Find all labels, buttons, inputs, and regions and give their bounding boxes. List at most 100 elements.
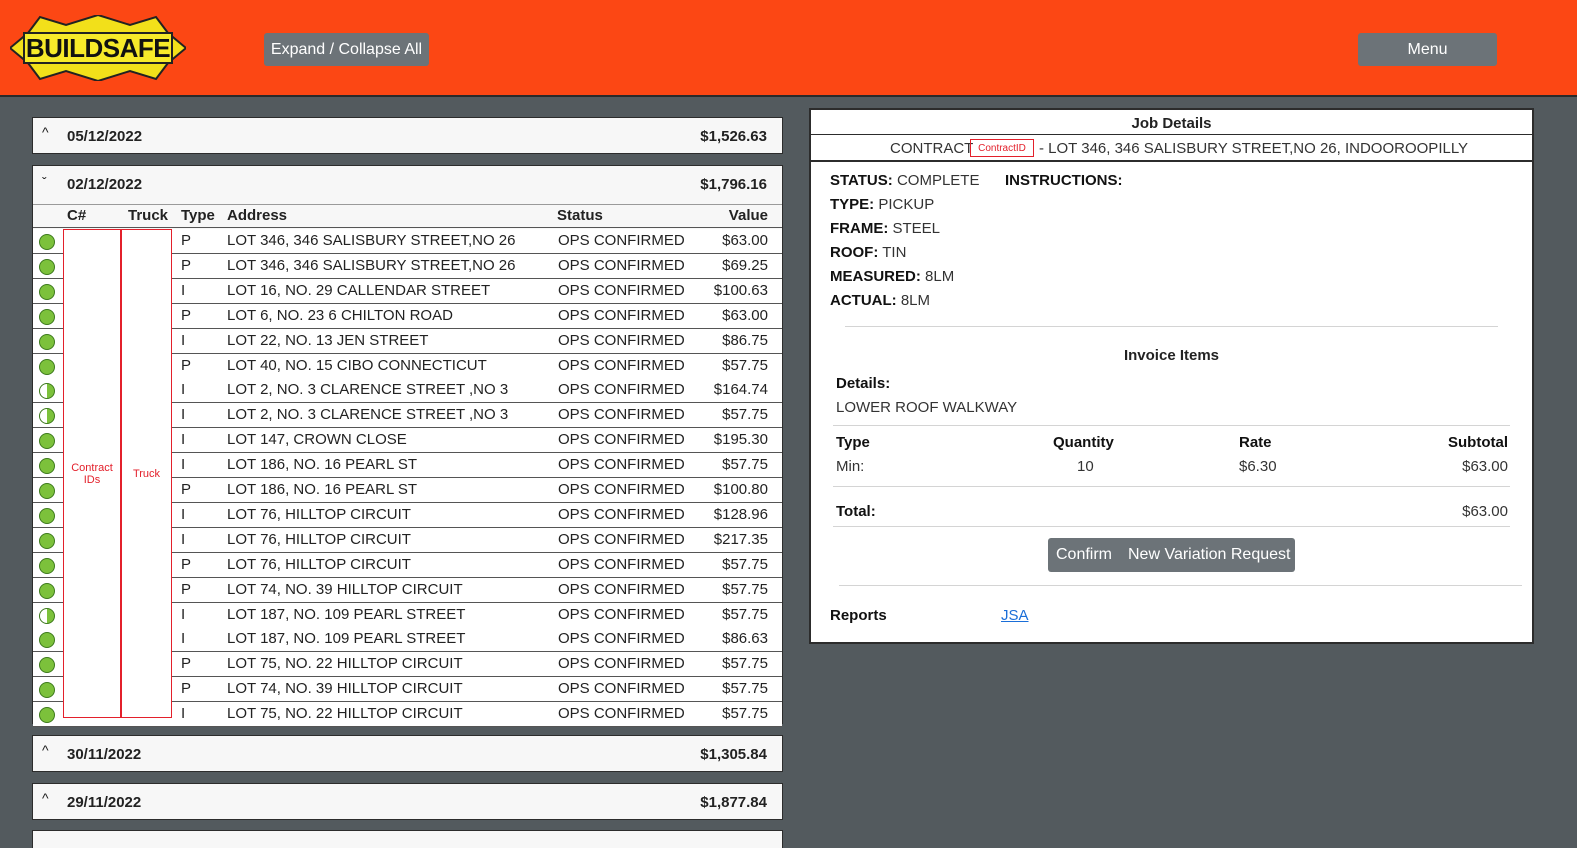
- group-header[interactable]: ˇ 02/12/2022 $1,796.16: [33, 166, 782, 203]
- row-status: OPS CONFIRMED: [558, 356, 685, 374]
- row-status: OPS CONFIRMED: [558, 580, 685, 598]
- row-status: OPS CONFIRMED: [558, 655, 685, 673]
- date-group[interactable]: ^ 30/11/2022 $1,305.84: [32, 735, 783, 772]
- row-status: OPS CONFIRMED: [558, 481, 685, 498]
- row-address: LOT 2, NO. 3 CLARENCE STREET ,NO 3: [227, 381, 509, 399]
- group-total: $1,526.63: [700, 128, 767, 145]
- row-address: LOT 16, NO. 29 CALLENDAR STREET: [227, 281, 491, 299]
- row-value: $128.96: [713, 505, 768, 523]
- truck-box: Truck: [121, 229, 172, 718]
- status-dot-icon: [39, 507, 55, 524]
- row-value: $63.00: [722, 306, 768, 324]
- date-group[interactable]: [32, 830, 783, 848]
- row-value: $57.75: [722, 680, 768, 698]
- contract-ids-box: Contract IDs: [63, 229, 121, 718]
- group-header[interactable]: ^ 05/12/2022 $1,526.63: [33, 118, 782, 155]
- row-status: OPS CONFIRMED: [558, 680, 685, 698]
- row-type: I: [181, 530, 186, 548]
- status-dot-icon: [39, 607, 55, 624]
- chevron-down-icon[interactable]: ˇ: [42, 174, 47, 190]
- row-address: LOT 186, NO. 16 PEARL ST: [227, 481, 418, 498]
- row-status: OPS CONFIRMED: [558, 705, 685, 723]
- item-quantity: 10: [1077, 458, 1094, 475]
- status-dot-icon: [39, 483, 55, 499]
- group-total: $1,305.84: [700, 746, 767, 763]
- group-header[interactable]: ^ 29/11/2022 $1,877.84: [33, 784, 782, 821]
- buildsafe-logo[interactable]: BUILDSAFE: [8, 13, 188, 83]
- row-value: $57.75: [722, 406, 768, 424]
- chevron-up-icon[interactable]: ^: [42, 742, 49, 758]
- roof-field: ROOF: TIN: [830, 244, 906, 261]
- frame-field: FRAME: STEEL: [830, 220, 940, 237]
- divider: [833, 526, 1510, 527]
- contract-line: CONTRACT ContractID - LOT 346, 346 SALIS…: [811, 136, 1532, 162]
- status-value: COMPLETE: [896, 172, 980, 189]
- group-total: $1,796.16: [700, 176, 767, 193]
- row-type: I: [181, 331, 186, 349]
- row-address: LOT 186, NO. 16 PEARL ST: [227, 456, 418, 474]
- row-value: $57.75: [722, 456, 768, 474]
- status-dot-icon: [39, 657, 55, 674]
- row-value: $63.00: [722, 232, 768, 249]
- new-variation-request-button[interactable]: New Variation Request: [1128, 546, 1290, 564]
- row-address: LOT 75, NO. 22 HILLTOP CIRCUIT: [227, 655, 463, 673]
- row-value: $57.75: [722, 580, 768, 598]
- status-dot-icon: [39, 458, 55, 475]
- chevron-up-icon[interactable]: ^: [42, 124, 49, 140]
- col-cnum: C#: [67, 207, 87, 224]
- group-date: 02/12/2022: [67, 176, 143, 193]
- job-details-title: Job Details: [811, 110, 1532, 135]
- col-status: Status: [557, 207, 603, 224]
- row-value: $57.75: [722, 705, 768, 723]
- row-status: OPS CONFIRMED: [558, 431, 685, 449]
- expand-collapse-button[interactable]: Expand / Collapse All: [264, 33, 429, 66]
- roof-value: TIN: [882, 244, 907, 261]
- group-date: 05/12/2022: [67, 128, 143, 145]
- row-value: $57.75: [722, 655, 768, 673]
- row-type: P: [181, 555, 192, 573]
- row-value: $57.75: [722, 605, 768, 623]
- menu-button[interactable]: Menu: [1358, 33, 1497, 66]
- date-group: ˇ 02/12/2022 $1,796.16 C# Truck Type Add…: [32, 165, 783, 728]
- row-type: I: [181, 456, 186, 474]
- status-dot-icon: [39, 557, 55, 574]
- chevron-up-icon[interactable]: ^: [42, 790, 49, 806]
- col-subtotal-head: Subtotal: [1448, 434, 1508, 451]
- col-rate-head: Rate: [1239, 434, 1272, 451]
- row-value: $164.74: [713, 381, 768, 399]
- total-value: $63.00: [1462, 503, 1508, 520]
- row-type: I: [181, 381, 186, 399]
- col-type: Type: [181, 207, 215, 224]
- row-type: P: [181, 256, 192, 274]
- row-status: OPS CONFIRMED: [558, 232, 685, 249]
- item-type: Min:: [836, 458, 865, 475]
- row-value: $69.25: [722, 256, 768, 274]
- instructions-label: INSTRUCTIONS:: [1005, 172, 1123, 189]
- jsa-link[interactable]: JSA: [1001, 607, 1029, 624]
- row-value: $86.75: [722, 331, 768, 349]
- job-details-panel: Job Details CONTRACT ContractID - LOT 34…: [809, 108, 1534, 644]
- row-status: OPS CONFIRMED: [558, 555, 685, 573]
- status-dot-icon: [39, 682, 55, 699]
- group-header[interactable]: ^ 30/11/2022 $1,305.84: [33, 736, 782, 773]
- top-bar: BUILDSAFE Expand / Collapse All Menu: [0, 0, 1577, 97]
- measured-value: 8LM: [925, 268, 955, 285]
- col-value: Value: [728, 207, 768, 224]
- type-field: TYPE: PICKUP: [830, 196, 934, 213]
- divider: [839, 585, 1522, 586]
- actual-value: 8LM: [900, 292, 931, 309]
- col-truck: Truck: [128, 207, 169, 224]
- divider: [845, 326, 1498, 327]
- col-address: Address: [227, 207, 288, 224]
- status-dot-icon: [39, 333, 55, 350]
- confirm-button[interactable]: Confirm: [1056, 546, 1112, 564]
- invoice-title: Invoice Items: [1123, 347, 1220, 364]
- date-group[interactable]: ^ 29/11/2022 $1,877.84: [32, 783, 783, 820]
- row-status: OPS CONFIRMED: [558, 331, 685, 349]
- status-dot-icon: [39, 632, 55, 649]
- row-type: I: [181, 630, 186, 648]
- row-status: OPS CONFIRMED: [558, 306, 685, 324]
- date-group[interactable]: ^ 05/12/2022 $1,526.63: [32, 117, 783, 154]
- row-status: OPS CONFIRMED: [558, 256, 685, 274]
- row-status: OPS CONFIRMED: [558, 381, 685, 399]
